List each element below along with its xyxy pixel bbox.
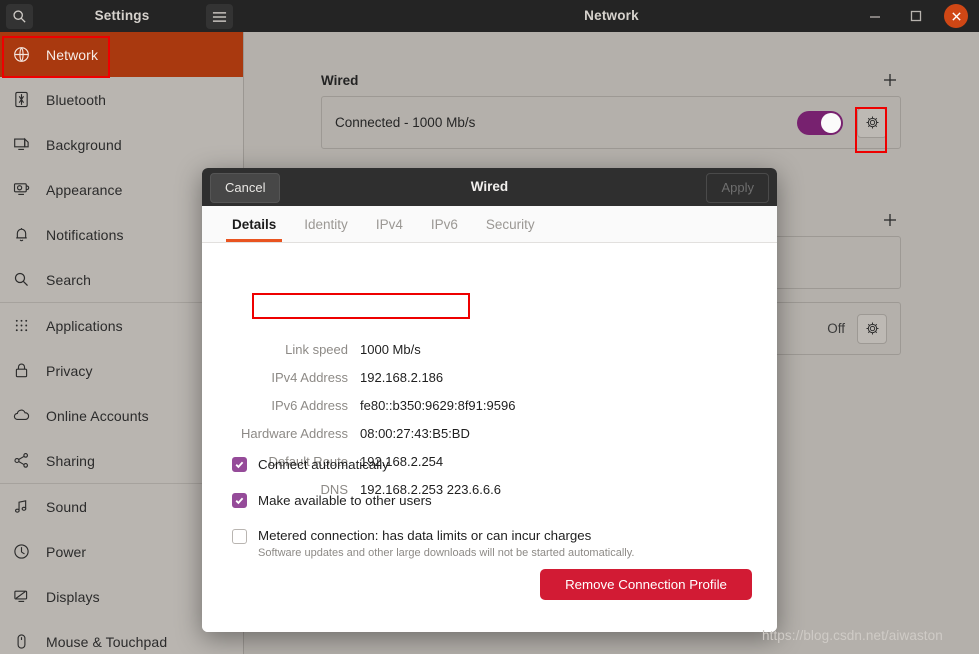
third-status-label: Off (827, 321, 845, 336)
sidebar-item-label: Sharing (46, 452, 95, 469)
connect-automatically-row[interactable]: Connect automatically (202, 456, 777, 474)
make-available-label: Make available to other users (258, 493, 432, 508)
settings-window: Settings Network Network Bluetooth Backg… (0, 0, 979, 654)
wired-status-label: Connected - 1000 Mb/s (335, 115, 476, 130)
tab-ipv6[interactable]: IPv6 (417, 206, 472, 242)
globe-icon (13, 46, 39, 63)
sidebar-item-label: Sound (46, 498, 87, 515)
wired-section-title: Wired (321, 72, 359, 88)
wired-section: Wired Connected - 1000 Mb/s (321, 64, 901, 149)
wired-settings-gear-icon[interactable] (857, 107, 887, 138)
wired-section-header: Wired (321, 64, 901, 96)
sidebar-item-bluetooth[interactable]: Bluetooth (0, 77, 243, 122)
metered-connection-label: Metered connection: has data limits or c… (258, 528, 592, 543)
detail-label: Hardware Address (241, 425, 348, 441)
sidebar-item-label: Background (46, 136, 122, 153)
apply-button[interactable]: Apply (706, 173, 769, 203)
remove-connection-profile-button[interactable]: Remove Connection Profile (540, 569, 752, 600)
music-note-icon (13, 498, 39, 515)
detail-label: IPv6 Address (271, 397, 348, 413)
detail-row: IPv6 Address fe80::b350:9629:8f91:9596 (202, 393, 777, 417)
detail-value: 08:00:27:43:B5:BD (360, 425, 470, 441)
detail-row: Link speed 1000 Mb/s (202, 337, 777, 361)
detail-label: IPv4 Address (271, 369, 348, 385)
sidebar-item-label: Privacy (46, 362, 93, 379)
sidebar-item-label: Appearance (46, 181, 123, 198)
sidebar-item-label: Bluetooth (46, 91, 107, 108)
detail-row: IPv4 Address 192.168.2.186 (202, 365, 777, 389)
metered-connection-checkbox[interactable] (232, 529, 247, 544)
toggle-knob (821, 112, 841, 133)
wired-settings-dialog: Cancel Wired Apply Details Identity IPv4… (202, 168, 777, 632)
display-icon (13, 588, 39, 605)
detail-value: fe80::b350:9629:8f91:9596 (360, 397, 516, 413)
sidebar-item-label: Mouse & Touchpad (46, 633, 168, 650)
detail-value: 1000 Mb/s (360, 341, 421, 357)
lock-icon (13, 362, 39, 379)
sidebar-item-label: Power (46, 543, 87, 560)
minimize-button[interactable] (864, 5, 886, 27)
tab-identity[interactable]: Identity (290, 206, 362, 242)
hamburger-menu-icon[interactable] (206, 4, 233, 29)
sidebar-item-label: Search (46, 271, 91, 288)
wired-connection-card: Connected - 1000 Mb/s (321, 96, 901, 149)
search-icon (13, 271, 39, 288)
sidebar-item-label: Notifications (46, 226, 124, 243)
dialog-body: Link speed 1000 Mb/s IPv4 Address 192.16… (202, 243, 777, 632)
wired-connection-row: Connected - 1000 Mb/s (322, 97, 900, 148)
mouse-icon (13, 633, 39, 650)
tab-ipv4[interactable]: IPv4 (362, 206, 417, 242)
metered-connection-sublabel: Software updates and other large downloa… (258, 547, 635, 559)
tab-details[interactable]: Details (218, 206, 290, 242)
tab-security[interactable]: Security (472, 206, 549, 242)
power-icon (13, 543, 39, 560)
watermark: https://blog.csdn.net/aiwaston (762, 628, 943, 643)
bell-icon (13, 226, 39, 243)
background-icon (13, 136, 39, 153)
sidebar-item-label: Online Accounts (46, 407, 149, 424)
sidebar-item-background[interactable]: Background (0, 122, 243, 167)
dialog-header: Cancel Wired Apply (202, 168, 777, 206)
make-available-row[interactable]: Make available to other users (202, 492, 777, 510)
close-button[interactable] (944, 4, 968, 28)
connect-automatically-label: Connect automatically (258, 457, 389, 472)
add-second-button[interactable] (879, 209, 901, 231)
cloud-icon (13, 407, 39, 424)
maximize-button[interactable] (905, 5, 927, 27)
detail-label: Link speed (285, 341, 348, 357)
make-available-checkbox[interactable] (232, 493, 247, 508)
grid-dots-icon (13, 317, 39, 334)
sidebar-item-label: Displays (46, 588, 100, 605)
detail-value: 192.168.2.186 (360, 369, 444, 385)
wired-toggle[interactable] (797, 110, 843, 135)
add-wired-button[interactable] (879, 69, 901, 91)
connect-automatically-checkbox[interactable] (232, 457, 247, 472)
appearance-icon (13, 181, 39, 198)
window-titlebar: Settings Network (0, 0, 979, 33)
detail-row: Hardware Address 08:00:27:43:B5:BD (202, 421, 777, 445)
third-settings-gear-icon[interactable] (857, 313, 887, 344)
metered-connection-row[interactable]: Metered connection: has data limits or c… (202, 528, 777, 560)
sidebar-item-label: Network (46, 46, 99, 63)
sidebar-item-network[interactable]: Network (0, 32, 243, 77)
dialog-tabs: Details Identity IPv4 IPv6 Security (202, 206, 777, 243)
sidebar-item-label: Applications (46, 317, 123, 334)
dialog-title: Wired (470, 179, 509, 194)
share-nodes-icon (13, 452, 39, 469)
bluetooth-icon (13, 91, 39, 108)
